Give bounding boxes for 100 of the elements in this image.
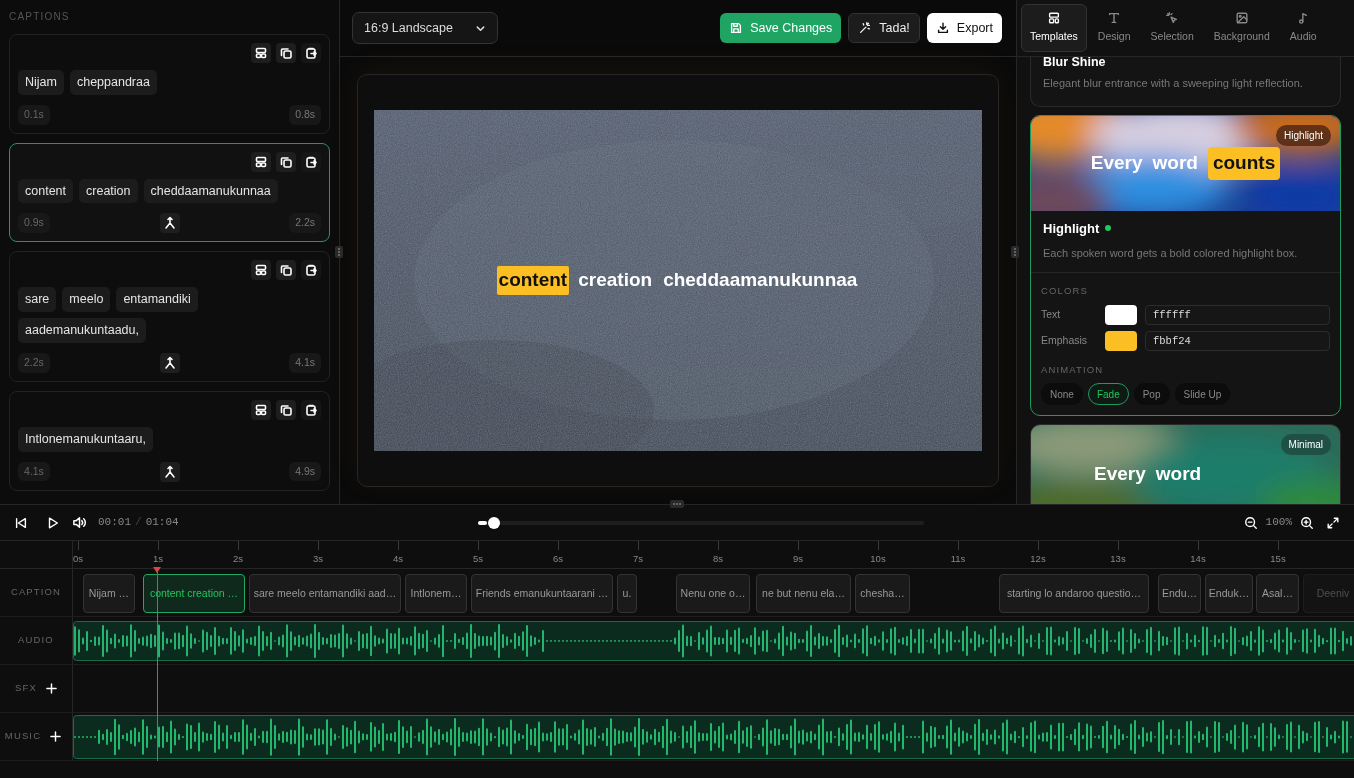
word-chip[interactable]: meelo — [62, 287, 111, 312]
caption-clip[interactable]: ne but nenu ela… — [756, 574, 851, 613]
copy-icon[interactable] — [276, 151, 296, 172]
audio-waveform[interactable] — [73, 621, 1354, 661]
section-heading: COLORS — [1041, 283, 1089, 298]
skip-back-icon[interactable] — [14, 515, 28, 530]
inspector-tab[interactable]: Audio — [1280, 4, 1326, 52]
track-label: CAPTION — [10, 585, 62, 600]
fullscreen-icon[interactable] — [1326, 515, 1340, 530]
toolbar-button[interactable]: Tada! — [848, 13, 920, 43]
hex-input-field[interactable]: ffffff — [1145, 304, 1330, 325]
start-time: 2.2s — [18, 352, 50, 373]
duration-time: 01:04 — [145, 515, 179, 531]
template-card[interactable]: Every word counts Highlight Highlight Each spoken word gets a bold colored highlight box. COLORS Text ffffff Emphasis fbbf24 ANIMATION None Fade Pop Slide Up — [1030, 114, 1341, 416]
merge-icon[interactable] — [159, 352, 180, 373]
resize-handle[interactable] — [670, 500, 684, 508]
text-icon — [1107, 11, 1122, 26]
layout-icon[interactable] — [251, 151, 271, 172]
copy-icon[interactable] — [276, 43, 296, 63]
merge-icon[interactable] — [159, 213, 180, 234]
merge-icon[interactable] — [159, 461, 180, 482]
cursor-click-icon — [1165, 11, 1180, 26]
caption-word: cheddaamanukunnaa — [662, 268, 859, 293]
zoom-out-icon[interactable] — [1243, 515, 1258, 530]
template-card[interactable]: Every word Minimal — [1030, 424, 1341, 504]
caption-card[interactable]: sare meelo entamandiki aademanukuntaadu, 2.2s 4.1s — [9, 251, 330, 382]
word-chip[interactable]: creation — [79, 178, 138, 204]
end-time: 0.8s — [289, 104, 321, 125]
word-chip[interactable]: Nijam — [18, 70, 64, 95]
caption-clip[interactable]: Endu… — [1158, 574, 1201, 613]
resize-handle[interactable] — [1011, 246, 1019, 258]
add-icon[interactable] — [45, 683, 57, 694]
play-icon[interactable] — [46, 515, 60, 530]
word-chip[interactable]: sare — [18, 287, 57, 312]
inspector-tab[interactable]: Design — [1088, 4, 1140, 52]
caption-clip[interactable]: Friends emanukuntaarani … — [471, 574, 613, 613]
zoom-in-icon[interactable] — [1300, 515, 1314, 530]
caption-card[interactable]: Intlonemanukuntaaru, 4.1s 4.9s — [9, 390, 330, 491]
music-waveform[interactable] — [73, 715, 1354, 759]
toolbar-button[interactable]: Export — [926, 13, 1002, 43]
caption-clip[interactable]: u. — [617, 574, 637, 613]
color-swatch[interactable] — [1105, 330, 1137, 351]
word-chip[interactable]: cheddaamanukunnaa — [143, 178, 278, 204]
inspector-tab[interactable]: Selection — [1141, 4, 1203, 52]
color-swatch[interactable] — [1105, 304, 1137, 325]
inspector-tab[interactable]: Background — [1204, 4, 1279, 52]
hex-input-field[interactable]: fbbf24 — [1145, 330, 1330, 351]
word-chip[interactable]: Intlonemanukuntaaru, — [18, 426, 153, 452]
sample-word: Every — [1094, 462, 1146, 487]
word-chip[interactable]: cheppandraa — [69, 70, 157, 95]
start-time: 0.1s — [18, 104, 50, 125]
inspector-tab[interactable]: Templates — [1021, 4, 1087, 52]
current-time: 00:01 — [98, 515, 131, 531]
color-label: Emphasis — [1041, 332, 1089, 348]
download-icon — [935, 21, 950, 35]
template-description: Each spoken word gets a bold colored highlight box. — [1043, 246, 1299, 261]
copy-icon[interactable] — [276, 260, 296, 281]
tick-label: 11s — [950, 552, 966, 566]
word-chip[interactable]: entamandiki — [116, 287, 198, 312]
template-title: Highlight — [1043, 219, 1100, 238]
paste-icon[interactable] — [301, 399, 321, 420]
paste-icon[interactable] — [301, 43, 321, 63]
animation-option[interactable]: Pop — [1133, 383, 1170, 405]
caption-clip[interactable]: Nenu one o… — [676, 574, 750, 613]
caption-clip[interactable]: Intlonem… — [405, 574, 467, 613]
caption-clip[interactable]: Nijam … — [83, 574, 135, 613]
add-icon[interactable] — [50, 731, 62, 742]
end-time: 4.1s — [289, 352, 321, 373]
caption-clip[interactable]: starting lo andaroo questio… — [999, 574, 1149, 613]
template-card[interactable]: Blur Shine Elegant blur entrance with a sweeping light reflection. — [1030, 57, 1341, 107]
end-time: 4.9s — [289, 461, 321, 482]
paste-icon[interactable] — [301, 260, 321, 281]
time-separator: / — [135, 515, 142, 531]
animation-option[interactable]: Slide Up — [1174, 383, 1231, 405]
word-chip[interactable]: aademanukuntaadu, — [18, 318, 146, 343]
animation-option[interactable]: None — [1041, 383, 1083, 405]
tick-label: 4s — [392, 552, 403, 566]
word-chip[interactable]: content — [18, 178, 73, 204]
caption-clip[interactable]: sare meelo entamandiki aad… — [249, 574, 401, 613]
layout-icon — [1046, 11, 1061, 26]
layout-icon[interactable] — [251, 43, 271, 63]
aspect-dropdown[interactable]: 16:9 Landscape — [352, 12, 498, 44]
save-icon — [729, 21, 744, 35]
volume-icon[interactable] — [72, 515, 87, 530]
copy-icon[interactable] — [276, 399, 296, 420]
scrub-thumb[interactable] — [487, 516, 500, 529]
caption-word: content — [496, 266, 570, 295]
layout-icon[interactable] — [251, 260, 271, 281]
caption-clip[interactable]: Enduk… — [1205, 574, 1253, 613]
start-time: 0.9s — [18, 213, 50, 234]
resize-handle[interactable] — [335, 246, 343, 258]
caption-card[interactable]: Nijam cheppandraa 0.1s 0.8s — [9, 34, 330, 134]
caption-card[interactable]: content creation cheddaamanukunnaa 0.9s 2.2s — [9, 142, 330, 243]
active-dot-icon — [1105, 225, 1112, 232]
animation-option[interactable]: Fade — [1087, 383, 1129, 405]
sample-word: Every — [1090, 151, 1143, 176]
caption-clip[interactable]: Asal… — [1256, 574, 1299, 613]
caption-clip[interactable]: chesha… — [855, 574, 910, 613]
caption-word: creation — [577, 268, 654, 293]
layout-icon[interactable] — [251, 399, 271, 420]
